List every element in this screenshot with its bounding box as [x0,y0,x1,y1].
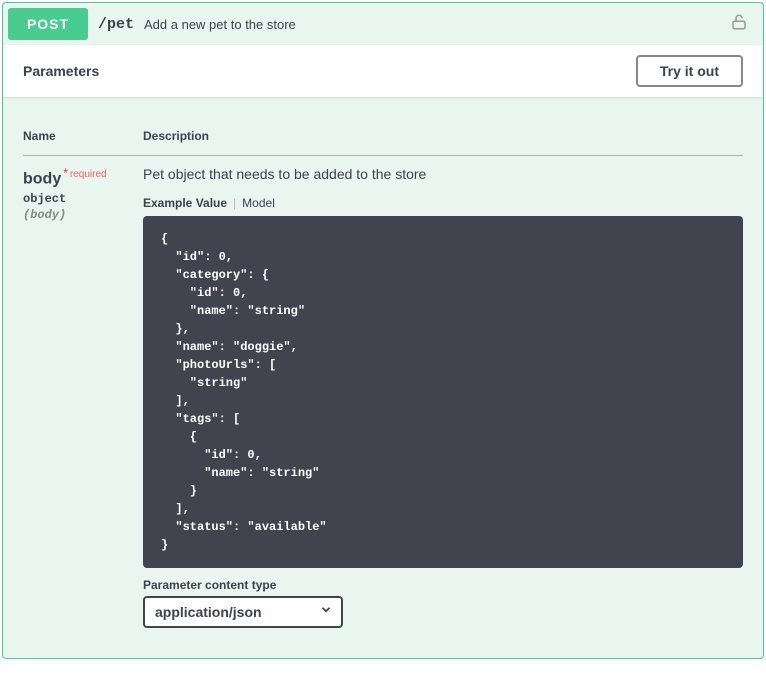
lock-icon[interactable] [730,13,748,36]
column-header-name: Name [23,117,143,156]
param-in: (body) [23,208,143,222]
parameters-body: Name Description body*required object (b… [3,97,763,658]
param-name: body [23,170,61,187]
param-description: Pet object that needs to be added to the… [143,166,743,182]
content-type-select-wrap: application/json [143,596,343,628]
parameter-row: body*required object (body) Pet object t… [23,156,743,639]
column-header-description: Description [143,117,743,156]
tab-separator: | [233,196,236,210]
parameters-header: Parameters Try it out [3,45,763,97]
required-label: required [70,169,107,180]
example-code-block[interactable]: { "id": 0, "category": { "id": 0, "name"… [143,216,743,568]
endpoint-summary: Add a new pet to the store [144,17,730,32]
parameters-table: Name Description body*required object (b… [23,117,743,638]
operation-summary-row[interactable]: POST /pet Add a new pet to the store [3,3,763,45]
content-type-label: Parameter content type [143,578,743,592]
endpoint-path: /pet [98,16,134,33]
tab-model[interactable]: Model [242,196,275,210]
parameters-title: Parameters [23,63,99,79]
try-it-out-button[interactable]: Try it out [636,55,743,87]
content-type-select[interactable]: application/json [143,596,343,628]
required-star-icon: * [63,166,68,180]
param-type: object [23,188,143,208]
tab-example-value[interactable]: Example Value [143,196,227,210]
operation-block: POST /pet Add a new pet to the store Par… [2,2,764,659]
model-tabs: Example Value | Model [143,196,743,210]
http-method-badge: POST [8,8,88,40]
